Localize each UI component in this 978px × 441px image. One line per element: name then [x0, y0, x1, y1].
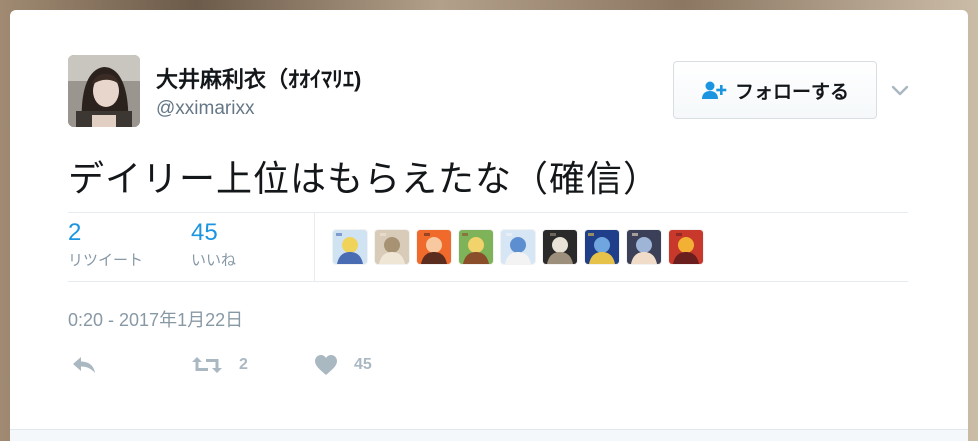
liker-avatar-image [417, 230, 451, 264]
author-display-name[interactable]: 大井麻利衣（ｵｵｲﾏﾘｴ) [156, 62, 361, 94]
liker-avatar-4[interactable] [459, 230, 493, 264]
author-handle[interactable]: @xximarixx [156, 98, 254, 120]
liker-avatar-image [333, 230, 367, 264]
chevron-down-icon [891, 85, 909, 96]
retweet-icon [192, 357, 222, 373]
retweet-button[interactable]: 2 [191, 354, 248, 376]
liker-avatar-9[interactable] [669, 230, 703, 264]
heart-icon [315, 355, 337, 375]
reply-button[interactable] [70, 354, 98, 376]
like-count: 45 [191, 219, 218, 246]
tweet-timestamp[interactable]: 0:20 - 2017年1月22日 [68, 306, 243, 332]
tweet-text: デイリー上位はもらえたな（確信） [68, 158, 661, 199]
liker-avatar-7[interactable] [585, 230, 619, 264]
liker-avatar-6[interactable] [543, 230, 577, 264]
tweet-card: 大井麻利衣（ｵｵｲﾏﾘｴ) @xximarixx フォローする デイリー上位はも… [10, 10, 968, 441]
profile-photo-icon [68, 55, 140, 127]
retweet-count: 2 [68, 219, 82, 246]
stats-separator [314, 213, 315, 281]
liker-avatar-image [375, 230, 409, 264]
like-button[interactable]: 45 [314, 354, 372, 376]
retweet-action-count: 2 [239, 356, 248, 373]
liker-avatar-image [459, 230, 493, 264]
liker-avatar-image [627, 230, 661, 264]
stats-bottom-divider [68, 281, 908, 282]
liker-avatar-image [501, 230, 535, 264]
liker-avatars [333, 230, 703, 264]
liker-avatar-1[interactable] [333, 230, 367, 264]
liker-avatar-3[interactable] [417, 230, 451, 264]
liker-avatar-image [669, 230, 703, 264]
follow-person-icon [701, 81, 727, 99]
tweet-menu-button[interactable] [888, 78, 912, 102]
follow-button-label: フォローする [734, 81, 849, 103]
retweet-stat[interactable]: 2 リツイート [68, 220, 143, 270]
stats-top-divider [68, 212, 908, 213]
follow-button[interactable]: フォローする [673, 61, 877, 119]
liker-avatar-2[interactable] [375, 230, 409, 264]
like-label: いいね [191, 252, 237, 269]
like-action-count: 45 [354, 356, 372, 373]
retweet-label: リツイート [68, 252, 144, 269]
replies-section-edge [10, 429, 968, 441]
like-stat[interactable]: 45 いいね [191, 220, 236, 270]
liker-avatar-8[interactable] [627, 230, 661, 264]
reply-icon [73, 357, 95, 373]
author-avatar[interactable] [68, 55, 140, 127]
liker-avatar-image [543, 230, 577, 264]
liker-avatar-image [585, 230, 619, 264]
liker-avatar-5[interactable] [501, 230, 535, 264]
